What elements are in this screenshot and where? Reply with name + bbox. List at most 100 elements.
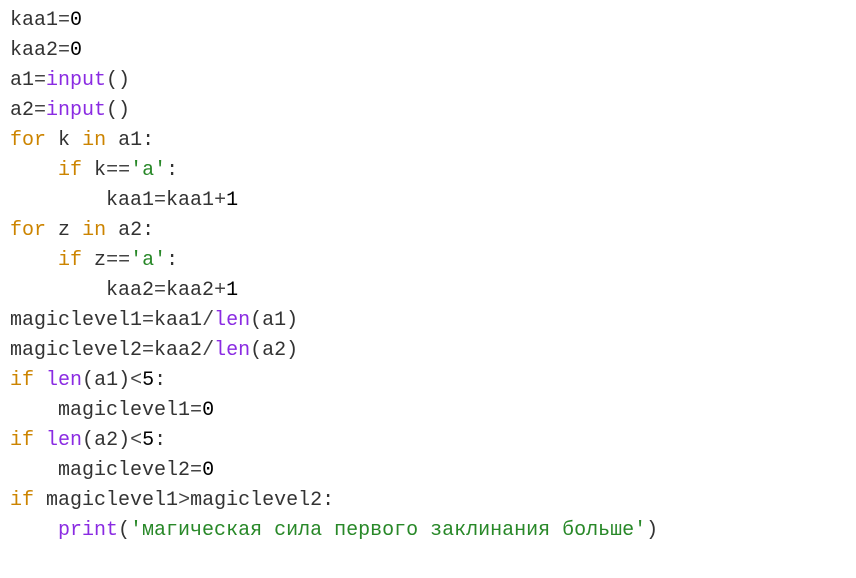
code-token: [106, 219, 118, 242]
code-token: :: [154, 369, 166, 392]
code-token: if: [58, 249, 82, 272]
code-token: print: [58, 519, 118, 542]
code-token: (: [82, 369, 94, 392]
code-token: <: [130, 429, 142, 452]
code-token: len: [214, 339, 250, 362]
code-token: ): [118, 369, 130, 392]
indent: [10, 459, 58, 482]
indent: [10, 189, 106, 212]
code-token: [34, 369, 46, 392]
code-line: kaa2=kaa2+1: [10, 276, 846, 306]
code-token: [46, 219, 58, 242]
code-token: =: [58, 9, 70, 32]
code-token: kaa2: [106, 279, 154, 302]
code-token: input: [46, 69, 106, 92]
code-line: kaa1=0: [10, 6, 846, 36]
code-token: :: [166, 159, 178, 182]
code-token: =: [142, 339, 154, 362]
code-token: (: [250, 309, 262, 332]
code-token: =: [34, 69, 46, 92]
code-token: z: [58, 219, 70, 242]
indent: [10, 399, 58, 422]
code-token: 'a': [130, 249, 166, 272]
code-token: [70, 129, 82, 152]
code-token: ): [646, 519, 658, 542]
code-line: a2=input(): [10, 96, 846, 126]
code-token: [82, 159, 94, 182]
code-token: kaa1: [10, 9, 58, 32]
code-token: a1: [118, 129, 142, 152]
code-token: 1: [226, 189, 238, 212]
code-token: =: [190, 399, 202, 422]
code-token: kaa2: [166, 279, 214, 302]
code-block: kaa1=0kaa2=0a1=input()a2=input()for k in…: [0, 0, 856, 552]
code-line: magiclevel2=0: [10, 456, 846, 486]
indent: [10, 159, 58, 182]
code-token: a2: [118, 219, 142, 242]
code-token: :: [154, 429, 166, 452]
code-line: magiclevel1=kaa1/len(a1): [10, 306, 846, 336]
code-token: ==: [106, 159, 130, 182]
code-line: for k in a1:: [10, 126, 846, 156]
code-line: kaa2=0: [10, 36, 846, 66]
code-token: magiclevel1: [58, 399, 190, 422]
code-line: magiclevel1=0: [10, 396, 846, 426]
code-token: =: [142, 309, 154, 332]
code-line: for z in a2:: [10, 216, 846, 246]
code-token: kaa1: [154, 309, 202, 332]
code-token: ): [118, 429, 130, 452]
code-token: [106, 129, 118, 152]
code-token: input: [46, 99, 106, 122]
code-token: magiclevel2: [190, 489, 322, 512]
code-token: +: [214, 279, 226, 302]
code-token: if: [58, 159, 82, 182]
code-token: magiclevel1: [46, 489, 178, 512]
code-line: magiclevel2=kaa2/len(a2): [10, 336, 846, 366]
code-token: len: [214, 309, 250, 332]
code-token: (: [250, 339, 262, 362]
code-token: ==: [106, 249, 130, 272]
code-token: =: [154, 189, 166, 212]
code-token: kaa1: [166, 189, 214, 212]
code-token: (: [118, 519, 130, 542]
code-token: [34, 489, 46, 512]
code-token: for: [10, 219, 46, 242]
code-token: a1: [262, 309, 286, 332]
code-token: :: [142, 129, 154, 152]
code-line: if z=='a':: [10, 246, 846, 276]
code-token: >: [178, 489, 190, 512]
code-token: =: [190, 459, 202, 482]
code-token: if: [10, 369, 34, 392]
code-token: 1: [226, 279, 238, 302]
code-token: :: [322, 489, 334, 512]
code-token: in: [82, 129, 106, 152]
code-token: 5: [142, 429, 154, 452]
code-token: (): [106, 69, 130, 92]
code-token: ): [286, 339, 298, 362]
code-token: magiclevel1: [10, 309, 142, 332]
code-token: (): [106, 99, 130, 122]
code-token: /: [202, 339, 214, 362]
code-token: [34, 429, 46, 452]
code-token: a1: [10, 69, 34, 92]
code-line: print('магическая сила первого заклинани…: [10, 516, 846, 546]
code-token: 0: [70, 39, 82, 62]
code-token: if: [10, 429, 34, 452]
code-token: [46, 129, 58, 152]
code-token: in: [82, 219, 106, 242]
code-token: <: [130, 369, 142, 392]
code-line: if magiclevel1>magiclevel2:: [10, 486, 846, 516]
indent: [10, 519, 58, 542]
code-token: a1: [94, 369, 118, 392]
indent: [10, 279, 106, 302]
code-token: magiclevel2: [10, 339, 142, 362]
code-token: len: [46, 429, 82, 452]
code-token: 0: [202, 399, 214, 422]
code-line: a1=input(): [10, 66, 846, 96]
code-token: [70, 219, 82, 242]
code-line: if len(a2)<5:: [10, 426, 846, 456]
code-token: len: [46, 369, 82, 392]
indent: [10, 249, 58, 272]
code-line: if len(a1)<5:: [10, 366, 846, 396]
code-token: 'магическая сила первого заклинания боль…: [130, 519, 646, 542]
